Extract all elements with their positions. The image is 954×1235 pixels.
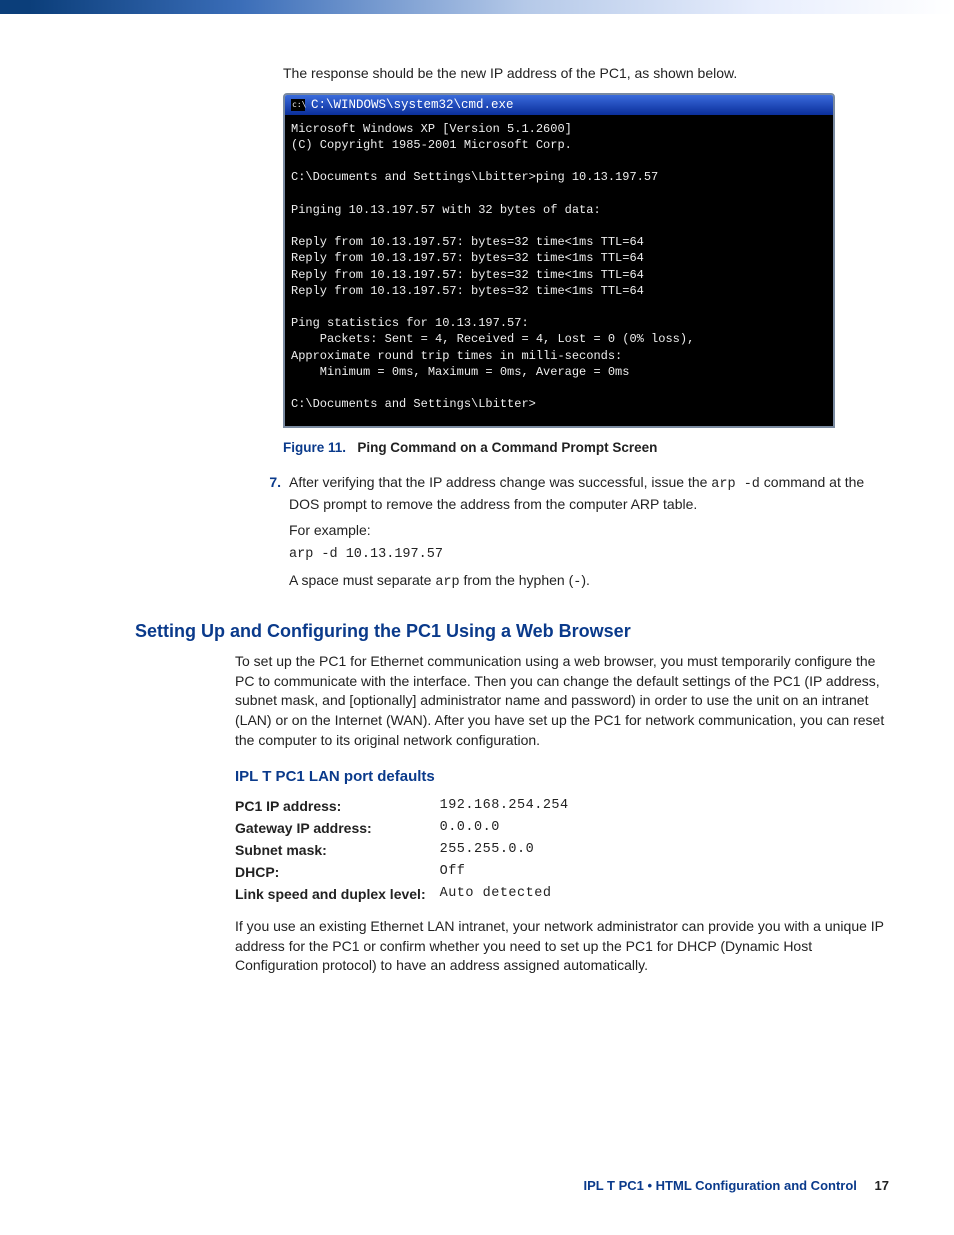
section-heading-web-browser: Setting Up and Configuring the PC1 Using… <box>135 621 889 642</box>
cmd-output: Microsoft Windows XP [Version 5.1.2600] … <box>285 115 833 426</box>
cmd-window: c:\ C:\WINDOWS\system32\cmd.exe Microsof… <box>283 93 835 428</box>
table-row: Subnet mask:255.255.0.0 <box>235 839 583 861</box>
subsection-heading-defaults: IPL T PC1 LAN port defaults <box>235 768 889 785</box>
closing-paragraph: If you use an existing Ethernet LAN intr… <box>235 917 889 976</box>
intro-text: The response should be the new IP addres… <box>283 64 889 83</box>
figure-caption: Figure 11. Ping Command on a Command Pro… <box>283 440 889 455</box>
figure-text: Ping Command on a Command Prompt Screen <box>350 440 658 455</box>
cmd-titlebar: c:\ C:\WINDOWS\system32\cmd.exe <box>285 95 833 115</box>
page-footer: IPL T PC1 • HTML Configuration and Contr… <box>583 1178 889 1193</box>
top-accent-bar <box>0 0 954 14</box>
section-body: To set up the PC1 for Ethernet communica… <box>235 652 889 750</box>
table-row: DHCP:Off <box>235 861 583 883</box>
defaults-table: PC1 IP address:192.168.254.254 Gateway I… <box>235 795 583 905</box>
footer-title: IPL T PC1 • HTML Configuration and Contr… <box>583 1178 856 1193</box>
cmd-title: C:\WINDOWS\system32\cmd.exe <box>311 98 514 112</box>
space-note: A space must separate arp from the hyphe… <box>289 571 889 593</box>
step-7: 7. After verifying that the IP address c… <box>265 473 889 514</box>
example-label: For example: <box>289 521 889 541</box>
step-text: After verifying that the IP address chan… <box>289 473 889 514</box>
step-number: 7. <box>265 473 281 514</box>
cmd-icon: c:\ <box>291 99 305 111</box>
table-row: Gateway IP address:0.0.0.0 <box>235 817 583 839</box>
page-content: The response should be the new IP addres… <box>0 14 954 976</box>
table-row: Link speed and duplex level:Auto detecte… <box>235 883 583 905</box>
page-number: 17 <box>875 1178 889 1193</box>
example-command: arp -d 10.13.197.57 <box>289 546 889 565</box>
inline-code-arp-d: arp -d <box>711 477 760 492</box>
table-row: PC1 IP address:192.168.254.254 <box>235 795 583 817</box>
figure-number: Figure 11. <box>283 440 346 455</box>
